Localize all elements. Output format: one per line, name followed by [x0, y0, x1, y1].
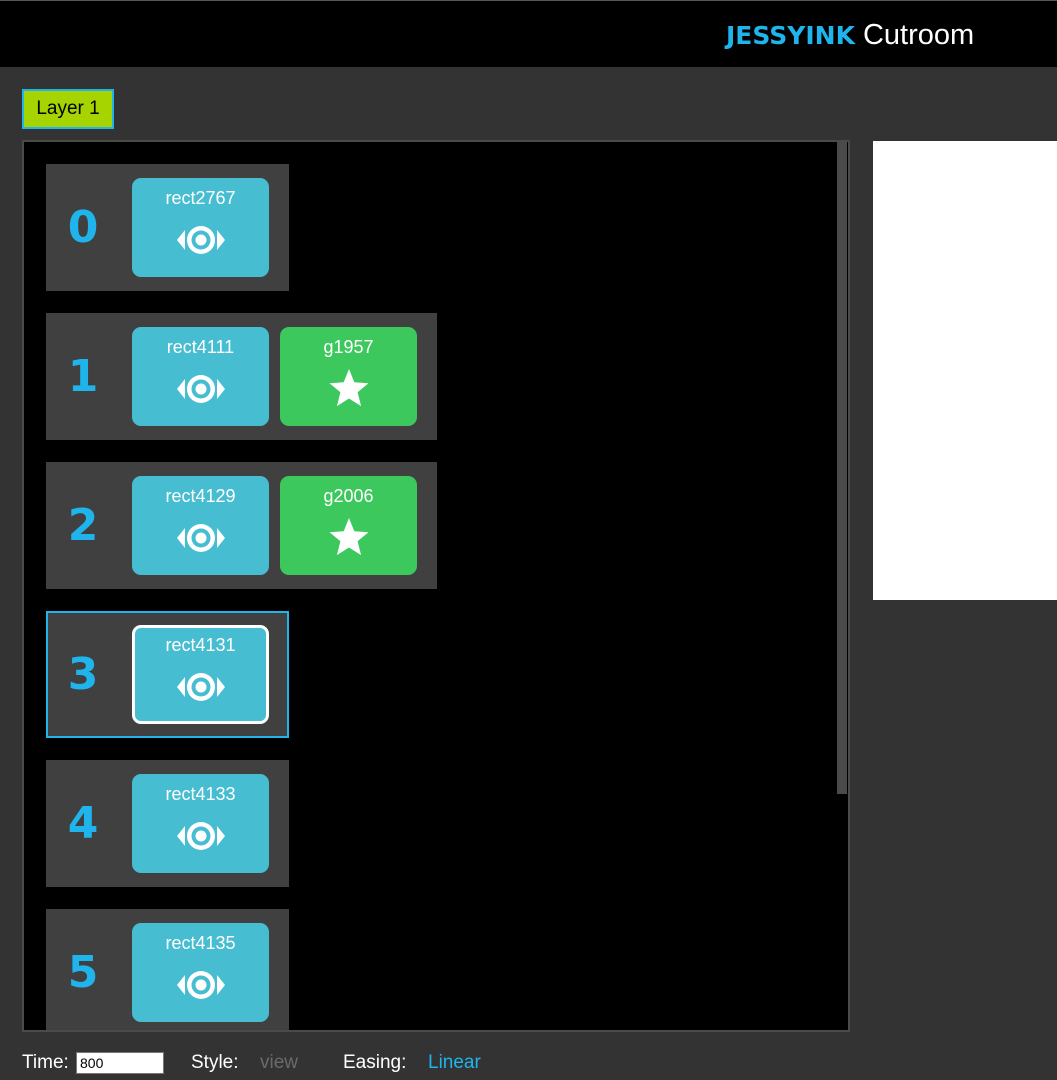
eye-icon [177, 524, 225, 552]
view-card-active[interactable]: rect4131 [132, 625, 269, 724]
eye-icon [177, 971, 225, 999]
brand-primary: JESSYINK [726, 21, 855, 50]
slide-row[interactable]: 4 rect4133 [46, 760, 289, 887]
card-label: rect2767 [165, 188, 236, 208]
slide-number: 4 [67, 798, 99, 849]
slide-number: 3 [67, 649, 99, 700]
card-label: rect4111 [166, 337, 235, 357]
eye-icon [177, 673, 225, 701]
view-card[interactable]: rect4135 [132, 923, 269, 1022]
view-card[interactable]: rect4133 [132, 774, 269, 873]
time-input[interactable] [76, 1052, 164, 1074]
easing-label: Easing: [343, 1052, 407, 1073]
style-value: view [260, 1052, 299, 1073]
star-icon [329, 518, 369, 556]
app-header: JESSYINK Cutroom [0, 0, 1057, 67]
slide-number: 5 [67, 947, 99, 998]
card-label: g1957 [323, 337, 374, 357]
slide-list-panel[interactable]: 0 rect2767 1 rect4111 g1957 2 rect4129 g… [22, 140, 850, 1032]
slide-number: 1 [67, 351, 99, 402]
view-card[interactable]: rect4129 [132, 476, 269, 575]
effect-card[interactable]: g2006 [280, 476, 417, 575]
card-label: rect4135 [165, 933, 236, 953]
slide-row[interactable]: 2 rect4129 g2006 [46, 462, 437, 589]
card-label: g2006 [323, 486, 374, 506]
style-label: Style: [191, 1052, 239, 1073]
card-label: rect4131 [165, 635, 236, 655]
slide-row[interactable]: 0 rect2767 [46, 164, 289, 291]
card-label: rect4133 [165, 784, 236, 804]
view-card[interactable]: rect2767 [132, 178, 269, 277]
slide-row-selected[interactable]: 3 rect4131 [46, 611, 289, 738]
slide-number: 2 [67, 500, 99, 551]
eye-icon [177, 822, 225, 850]
app-brand: JESSYINK Cutroom [726, 15, 974, 56]
brand-secondary: Cutroom [862, 19, 975, 51]
slide-row[interactable]: 5 rect4135 [46, 909, 289, 1030]
view-card[interactable]: rect4111 [132, 327, 269, 426]
tab-layer-1[interactable]: Layer 1 [22, 89, 114, 129]
eye-icon [177, 226, 225, 254]
slide-list-scrollbar[interactable] [837, 142, 847, 794]
time-label: Time: [22, 1052, 69, 1073]
effect-card[interactable]: g1957 [280, 327, 417, 426]
slide-preview [873, 141, 1057, 600]
slide-row[interactable]: 1 rect4111 g1957 [46, 313, 437, 440]
card-label: rect4129 [165, 486, 236, 506]
star-icon [329, 369, 369, 407]
eye-icon [177, 375, 225, 403]
easing-select[interactable]: Linear [428, 1050, 481, 1076]
slide-number: 0 [67, 202, 99, 253]
